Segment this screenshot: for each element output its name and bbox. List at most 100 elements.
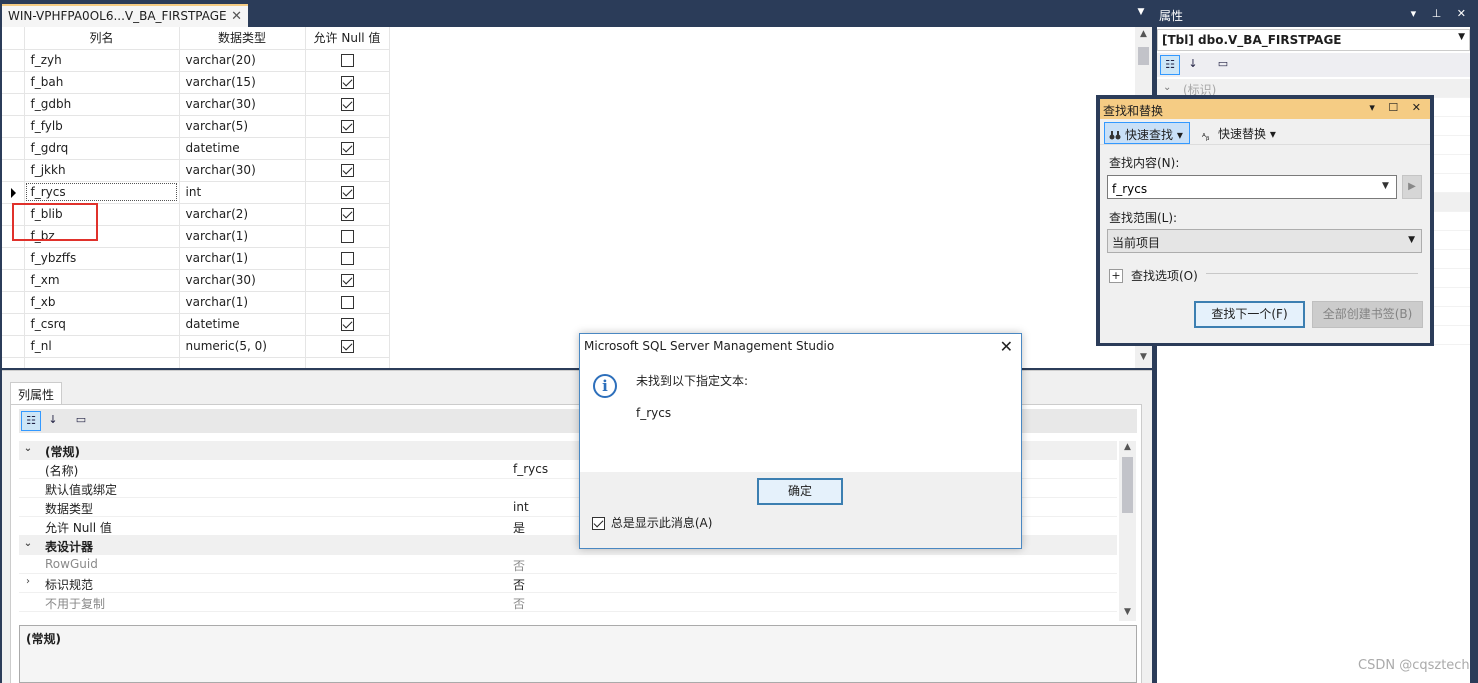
cell-data-type[interactable]: varchar(20) <box>179 49 306 72</box>
table-row[interactable]: f_zyh varchar(20) <box>2 49 390 72</box>
find-what-input[interactable] <box>1107 175 1397 199</box>
chevron-down-icon[interactable]: ⌄ <box>21 538 35 549</box>
cell-data-type[interactable]: datetime <box>179 313 306 336</box>
allow-null-checkbox[interactable] <box>340 296 354 309</box>
row-selector[interactable] <box>2 247 25 270</box>
row-selector[interactable] <box>2 269 25 292</box>
cell-column-name[interactable]: f_nl <box>24 335 180 358</box>
cell-column-name[interactable]: f_xm <box>24 269 180 292</box>
cell-column-name[interactable]: f_bah <box>24 71 180 94</box>
cell-column-name[interactable]: f_rycs <box>24 181 180 204</box>
cell-column-name[interactable]: f_fylb <box>24 115 180 138</box>
cell-allow-null[interactable] <box>305 181 390 204</box>
close-icon[interactable]: ✕ <box>1000 337 1013 356</box>
cell-data-type[interactable]: varchar(15) <box>179 71 306 94</box>
scroll-thumb[interactable] <box>1138 47 1149 65</box>
checkbox-icon[interactable] <box>592 517 605 530</box>
allow-null-checkbox[interactable] <box>340 120 354 133</box>
table-row[interactable] <box>2 357 390 368</box>
table-row[interactable]: f_xb varchar(1) <box>2 291 390 314</box>
row-selector[interactable] <box>2 71 25 94</box>
property-row[interactable]: › 标识规范 否 <box>19 574 1117 593</box>
categorized-icon[interactable]: ☷ <box>1160 55 1180 75</box>
find-options-label[interactable]: 查找选项(O) <box>1131 267 1198 284</box>
find-replace-titlebar[interactable]: 查找和替换 ▾ ☐ ✕ <box>1100 99 1430 119</box>
cell-allow-null[interactable] <box>305 49 390 72</box>
cell-allow-null[interactable] <box>305 269 390 292</box>
allow-null-checkbox[interactable] <box>340 208 354 221</box>
table-row[interactable]: f_csrq datetime <box>2 313 390 336</box>
cell-allow-null[interactable] <box>305 137 390 160</box>
property-row[interactable]: RowGuid 否 <box>19 555 1117 574</box>
allow-null-checkbox[interactable] <box>340 98 354 111</box>
grid-cell[interactable] <box>2 357 25 368</box>
row-selector[interactable] <box>2 291 25 314</box>
chevron-right-icon[interactable]: › <box>21 576 35 587</box>
cell-allow-null[interactable] <box>305 247 390 270</box>
allow-null-checkbox[interactable] <box>340 274 354 287</box>
alphabetical-sort-icon[interactable]: ↓ <box>1183 55 1203 75</box>
expression-builder-icon[interactable]: ▶ <box>1402 175 1422 199</box>
scroll-up-icon[interactable]: ▲ <box>1135 29 1152 39</box>
expand-plus-icon[interactable]: + <box>1109 269 1123 283</box>
cell-data-type[interactable]: int <box>179 181 306 204</box>
table-row[interactable]: f_xm varchar(30) <box>2 269 390 292</box>
cell-data-type[interactable]: varchar(1) <box>179 225 306 248</box>
cell-data-type[interactable]: varchar(5) <box>179 115 306 138</box>
window-buttons-icon[interactable]: ▾ ⊥ ✕ <box>1411 7 1472 20</box>
grid-cell[interactable] <box>179 357 306 368</box>
document-tab[interactable]: WIN-VPHFPA0OL6...V_BA_FIRSTPAGE ✕ <box>2 4 248 27</box>
row-selector[interactable] <box>2 313 25 336</box>
allow-null-checkbox[interactable] <box>340 76 354 89</box>
cell-column-name[interactable]: f_gdbh <box>24 93 180 116</box>
object-selector[interactable]: [Tbl] dbo.V_BA_FIRSTPAGE ▼ <box>1157 29 1470 51</box>
chevron-down-icon[interactable]: ⌄ <box>1163 82 1171 93</box>
property-grid-scrollbar[interactable]: ▲ ▼ <box>1119 441 1136 621</box>
close-icon[interactable]: ✕ <box>231 9 242 24</box>
cell-column-name[interactable]: f_csrq <box>24 313 180 336</box>
ok-button[interactable]: 确定 <box>757 478 843 505</box>
property-value[interactable]: int <box>513 500 529 514</box>
cell-column-name[interactable]: f_zyh <box>24 49 180 72</box>
cell-allow-null[interactable] <box>305 335 390 358</box>
row-selector[interactable] <box>2 93 25 116</box>
cell-data-type[interactable]: varchar(30) <box>179 269 306 292</box>
bookmark-all-button[interactable]: 全部创建书签(B) <box>1312 301 1423 328</box>
property-pages-icon[interactable]: ▭ <box>1213 55 1233 75</box>
chevron-down-icon[interactable]: ▼ <box>1408 235 1415 245</box>
property-value[interactable]: 否 <box>513 576 525 593</box>
table-row[interactable]: f_gdbh varchar(30) <box>2 93 390 116</box>
property-pages-icon[interactable]: ▭ <box>71 411 91 431</box>
cell-data-type[interactable]: varchar(1) <box>179 291 306 314</box>
scroll-up-icon[interactable]: ▲ <box>1119 442 1136 452</box>
cell-data-type[interactable]: varchar(1) <box>179 247 306 270</box>
property-row[interactable]: 不用于复制 否 <box>19 593 1117 612</box>
chevron-down-icon[interactable]: ▼ <box>1382 181 1389 191</box>
chevron-down-icon[interactable]: ⌄ <box>21 443 35 454</box>
cell-data-type[interactable]: datetime <box>179 137 306 160</box>
row-selector[interactable] <box>2 137 25 160</box>
grid-cell[interactable] <box>305 357 390 368</box>
header-data-type[interactable]: 数据类型 <box>179 27 306 50</box>
allow-null-checkbox[interactable] <box>340 252 354 265</box>
cell-allow-null[interactable] <box>305 159 390 182</box>
find-next-button[interactable]: 查找下一个(F) <box>1194 301 1305 328</box>
allow-null-checkbox[interactable] <box>340 318 354 331</box>
cell-data-type[interactable]: varchar(30) <box>179 159 306 182</box>
quick-replace-button[interactable]: ᴬᵦ 快速替换 ▾ <box>1198 122 1288 144</box>
cell-allow-null[interactable] <box>305 71 390 94</box>
row-selector[interactable] <box>2 181 25 204</box>
cell-column-name[interactable]: f_gdrq <box>24 137 180 160</box>
property-value[interactable]: 否 <box>513 595 525 612</box>
cell-data-type[interactable]: numeric(5, 0) <box>179 335 306 358</box>
table-row[interactable]: f_rycs int <box>2 181 390 204</box>
table-row[interactable]: f_ybzffs varchar(1) <box>2 247 390 270</box>
grid-cell[interactable] <box>24 357 180 368</box>
tab-list-dropdown-icon[interactable]: ▼ <box>1134 7 1148 21</box>
look-in-select[interactable]: 当前项目 ▼ <box>1107 229 1422 253</box>
allow-null-checkbox[interactable] <box>340 230 354 243</box>
header-allow-null[interactable]: 允许 Null 值 <box>305 27 390 50</box>
categorized-icon[interactable]: ☷ <box>21 411 41 431</box>
allow-null-checkbox[interactable] <box>340 54 354 67</box>
scroll-thumb[interactable] <box>1122 457 1133 513</box>
